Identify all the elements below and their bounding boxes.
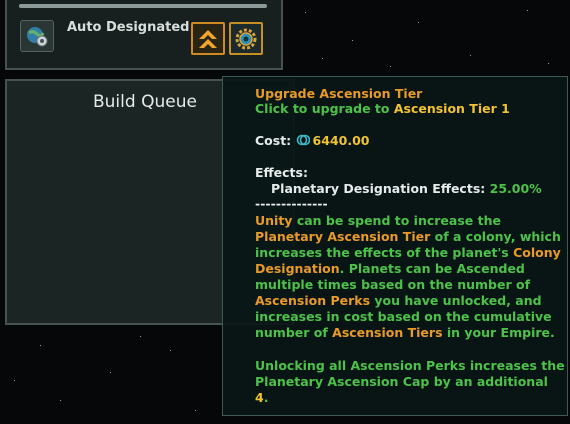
double-chevron-up-icon [199, 29, 217, 48]
unity-icon [296, 134, 310, 146]
desc-text: of a colony, which [430, 229, 561, 244]
desc-ascension-tier: Planetary Ascension Tier [255, 229, 431, 244]
desc-ascension-perks: Ascension Perks [255, 293, 371, 308]
desc-text: can be spend to increase the [292, 213, 501, 228]
effect-value: 25.00% [489, 181, 542, 196]
designation-settings-button[interactable] [229, 22, 263, 55]
tooltip-click-line: Click to upgrade to Ascension Tier 1 [255, 101, 510, 116]
auto-designated-label: Auto Designated [67, 20, 190, 35]
tooltip-title: Upgrade Ascension Tier [255, 86, 423, 101]
build-queue-title: Build Queue [93, 92, 197, 112]
desc-text: number of [255, 325, 333, 340]
desc-text: in your Empire. [442, 325, 555, 340]
desc-line-6: Ascension Perks you have unlocked, and [255, 293, 542, 308]
desc-text: you have unlocked, and [370, 293, 542, 308]
cap-line-1: Unlocking all Ascension Perks increases … [255, 358, 565, 373]
desc-colony: Colony [513, 245, 561, 260]
desc-designation: Designation [255, 261, 340, 276]
cap-period: . [263, 390, 269, 405]
desc-line-2: Planetary Ascension Tier of a colony, wh… [255, 229, 561, 244]
desc-line-4: Designation. Planets can be Ascended [255, 261, 525, 276]
cost-value: 6440.00 [312, 133, 370, 148]
designation-progress-bar [19, 4, 267, 8]
desc-text: increases the effects of the planet's [255, 245, 514, 260]
desc-line-1: Unity can be spend to increase the [255, 213, 501, 228]
desc-line-3: increases the effects of the planet's Co… [255, 245, 561, 260]
click-target: Ascension Tier 1 [393, 101, 510, 116]
effect-name: Planetary Designation Effects: [271, 181, 486, 196]
desc-text: . Planets can be Ascended [339, 261, 525, 276]
cap-line-3: 4. [255, 390, 268, 405]
upgrade-ascension-button[interactable] [191, 22, 225, 55]
desc-line-8: number of Ascension Tiers in your Empire… [255, 325, 555, 340]
tooltip-cost-line: Cost: 6440.00 [255, 133, 369, 148]
effects-label: Effects: [255, 165, 308, 180]
planet-gear-icon[interactable] [20, 20, 54, 52]
desc-line-7: increases in cost based on the cumulativ… [255, 309, 552, 324]
desc-unity: Unity [255, 213, 293, 228]
separator-line: -------------- [255, 196, 328, 211]
click-prefix: Click to upgrade to [255, 101, 390, 116]
desc-ascension-tiers: Ascension Tiers [332, 325, 443, 340]
cost-label: Cost: [255, 133, 292, 148]
gear-icon [235, 28, 257, 49]
desc-line-5: multiple times based on the number of [255, 277, 531, 292]
effect-line: Planetary Designation Effects: 25.00% [271, 181, 542, 196]
cap-value: 4 [255, 390, 264, 405]
cap-line-2: Planetary Ascension Cap by an additional [255, 374, 548, 389]
